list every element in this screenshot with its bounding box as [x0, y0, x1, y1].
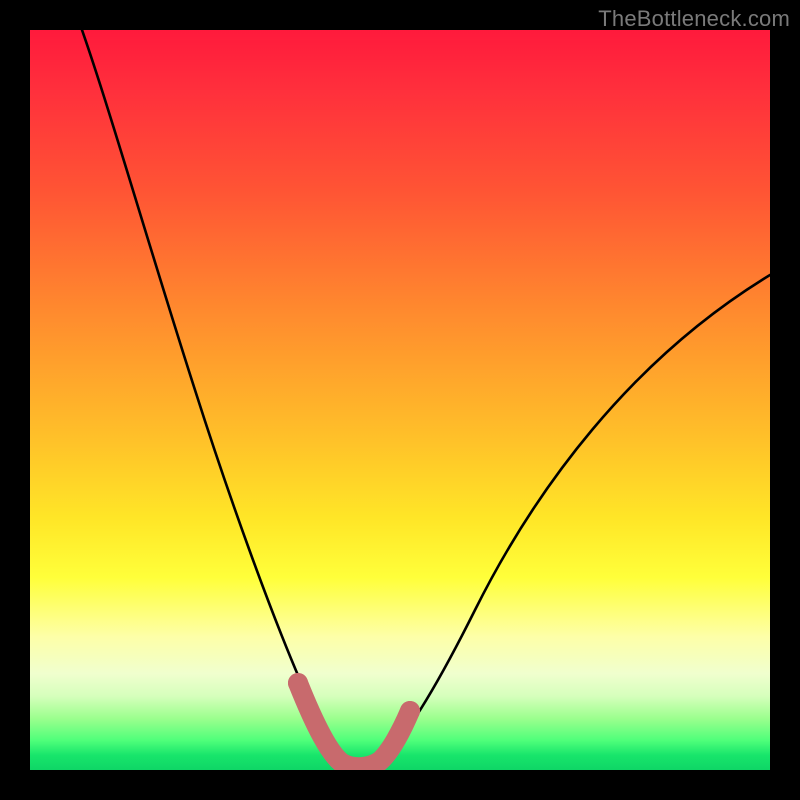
sweet-spot-left-dot — [288, 673, 308, 693]
chart-frame: TheBottleneck.com — [0, 0, 800, 800]
sweet-spot-right-dot — [400, 701, 420, 721]
watermark-label: TheBottleneck.com — [598, 6, 790, 32]
plot-area — [30, 30, 770, 770]
sweet-spot-highlight — [298, 683, 410, 767]
bottleneck-curve — [82, 30, 770, 767]
chart-svg — [30, 30, 770, 770]
